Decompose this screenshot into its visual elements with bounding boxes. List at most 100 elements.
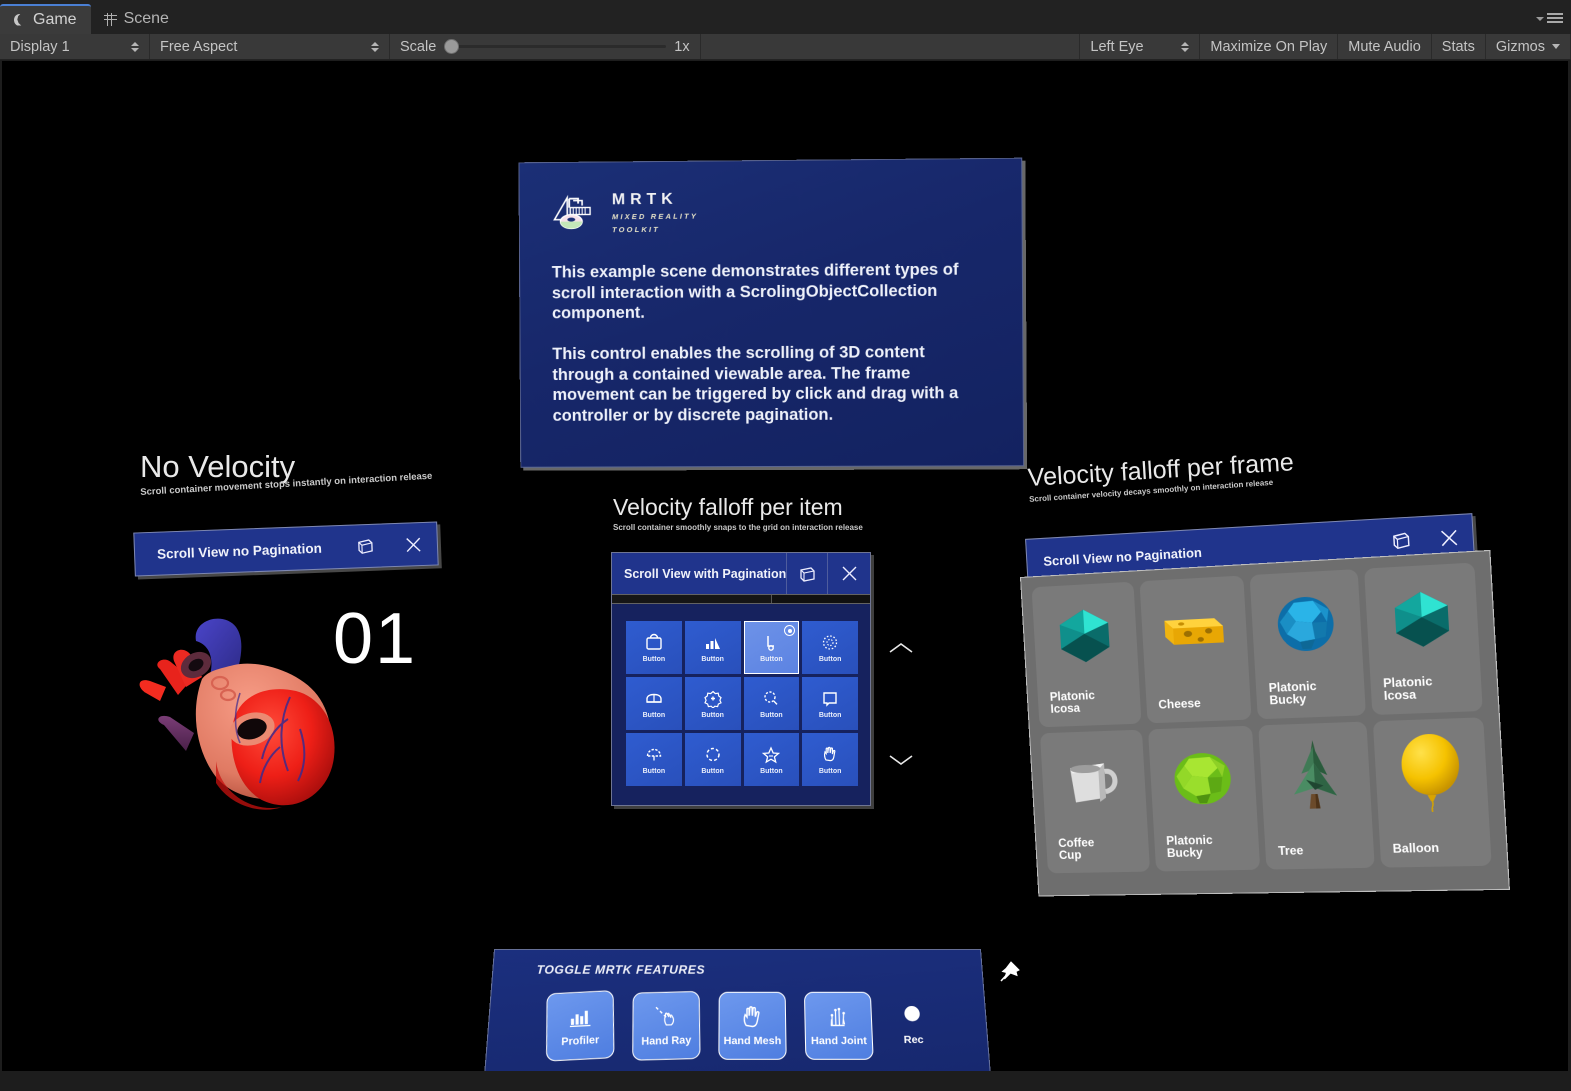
object-card[interactable]: Balloon <box>1372 717 1492 868</box>
grid-button-label: Button <box>701 767 724 775</box>
mrtk-logo: MRTK MIXED REALITY TOOLKIT <box>551 191 698 235</box>
gizmos-dropdown[interactable]: Gizmos <box>1486 34 1571 59</box>
window-menu-button[interactable] <box>1533 12 1563 26</box>
bag-icon <box>644 633 664 653</box>
grid-button-label: Button <box>818 711 842 719</box>
hand-mesh-icon <box>740 1004 765 1029</box>
record-dot-icon <box>904 1005 921 1022</box>
tab-scene[interactable]: Scene <box>91 4 183 34</box>
hand-ray-toggle-button[interactable]: Hand Ray <box>632 990 701 1061</box>
object-label: Coffee Cup <box>1057 836 1095 863</box>
scale-slider[interactable] <box>444 39 667 54</box>
grid-button[interactable]: Button <box>743 733 800 786</box>
chevron-up-icon <box>889 643 913 653</box>
object-card[interactable]: Platonic Icosa <box>1363 562 1483 716</box>
toggle-button-label: Profiler <box>561 1033 600 1048</box>
settings-gear-icon <box>703 689 723 709</box>
aspect-dropdown[interactable]: Free Aspect <box>150 34 390 59</box>
mute-audio-label: Mute Audio <box>1348 38 1421 55</box>
grid-button[interactable]: Button <box>743 677 800 730</box>
bed-icon <box>644 689 664 709</box>
maximize-on-play-toggle[interactable]: Maximize On Play <box>1200 34 1339 59</box>
pushpin-icon <box>1000 961 1020 982</box>
hand-mesh-toggle-button[interactable]: Hand Mesh <box>718 991 787 1060</box>
teal-icosahedron-icon <box>1032 596 1137 673</box>
follow-me-button[interactable] <box>786 553 829 594</box>
tab-scene-label: Scene <box>123 10 169 27</box>
object-card[interactable]: Coffee Cup <box>1039 729 1150 874</box>
scroll-thumb[interactable] <box>612 595 772 603</box>
object-label: Balloon <box>1392 842 1440 857</box>
yellow-balloon-icon <box>1373 732 1488 811</box>
mrtk-feature-toggle-panel[interactable]: TOGGLE MRTK FEATURES Profiler Hand Ray H… <box>481 949 994 1071</box>
tab-game[interactable]: Game <box>0 4 91 34</box>
grid-button[interactable]: Button <box>684 677 741 730</box>
scrollview-title: Scroll View no Pagination <box>156 540 323 562</box>
grid-button[interactable]: Button <box>684 733 741 786</box>
object-label: Cheese <box>1158 698 1202 713</box>
mrtk-paragraph-2: This control enables the scrolling of 3D… <box>552 343 959 425</box>
toolbar-spacer <box>701 34 1081 59</box>
page-up-button[interactable] <box>886 639 916 657</box>
scrollview-header[interactable]: Scroll View with Pagination <box>612 553 870 594</box>
scale-value: 1x <box>674 38 690 55</box>
scale-slider-group[interactable]: Scale 1x <box>390 34 701 59</box>
scale-slider-handle[interactable] <box>444 39 460 54</box>
refresh-dotted-icon <box>703 745 723 765</box>
scroll-button-grid[interactable]: Button Button Button Button Button Butto… <box>626 621 858 786</box>
section-no-velocity-header: No Velocity Scroll container movement st… <box>140 449 433 498</box>
object-card[interactable]: Platonic Bucky <box>1249 569 1366 720</box>
close-button[interactable] <box>828 553 870 594</box>
hand-joint-toggle-button[interactable]: Hand Joint <box>803 991 874 1060</box>
mrtk-subline-2: TOOLKIT <box>612 224 660 235</box>
hamburger-menu-icon <box>1547 13 1563 25</box>
grid-button[interactable]: Button <box>626 733 682 786</box>
object-card[interactable]: Tree <box>1258 721 1375 870</box>
game-view-render[interactable]: MRTK MIXED REALITY TOOLKIT This example … <box>2 61 1568 1071</box>
eye-dropdown-label: Left Eye <box>1090 38 1144 55</box>
scroll-counter: 01 <box>333 599 418 679</box>
object-scrollview-body[interactable]: Platonic Icosa Cheese Platonic Bucky Pla… <box>1020 549 1510 897</box>
grid-button[interactable]: Button <box>626 677 682 730</box>
toggle-button-label: Hand Ray <box>641 1033 692 1048</box>
object-label: Platonic Bucky <box>1165 834 1213 861</box>
close-button[interactable] <box>388 522 438 566</box>
grid-button-label: Button <box>701 655 724 663</box>
scroll-clip-bar[interactable] <box>612 594 870 604</box>
white-coffee-mug-icon <box>1041 744 1147 819</box>
object-card[interactable]: Cheese <box>1138 575 1252 724</box>
display-dropdown[interactable]: Display 1 <box>0 34 150 59</box>
object-card[interactable]: Platonic Icosa <box>1031 581 1142 728</box>
follow-me-icon <box>800 566 815 582</box>
scrollview-with-pagination[interactable]: Scroll View with Pagination Button Butto… <box>611 552 871 806</box>
follow-me-button[interactable] <box>340 524 390 568</box>
mute-audio-toggle[interactable]: Mute Audio <box>1338 34 1432 59</box>
profiler-toggle-button[interactable]: Profiler <box>546 990 615 1062</box>
blue-bucky-ball-icon <box>1250 584 1362 664</box>
teal-icosahedron-icon <box>1364 577 1479 658</box>
record-indicator[interactable]: Rec <box>901 992 924 1046</box>
object-card[interactable]: Platonic Bucky <box>1147 725 1261 872</box>
grid-button[interactable]: Button <box>802 677 858 730</box>
mrtk-info-slate[interactable]: MRTK MIXED REALITY TOOLKIT This example … <box>518 157 1025 468</box>
display-dropdown-label: Display 1 <box>10 38 70 55</box>
grid-button-selected[interactable]: Button <box>743 621 800 674</box>
scrollview-header-no-velocity[interactable]: Scroll View no Pagination <box>133 521 439 577</box>
object-grid[interactable]: Platonic Icosa Cheese Platonic Bucky Pla… <box>1031 562 1492 874</box>
chart-bars-icon <box>703 633 723 653</box>
grid-button[interactable]: Button <box>626 621 682 674</box>
eye-dropdown[interactable]: Left Eye <box>1080 34 1201 59</box>
editor-tabbar: Game Scene <box>0 0 1571 34</box>
page-down-button[interactable] <box>886 751 916 769</box>
mrtk-logo-text: MRTK MIXED REALITY TOOLKIT <box>612 191 698 235</box>
mrtk-description: This example scene demonstrates differen… <box>552 260 973 427</box>
grid-button[interactable]: Button <box>802 733 858 786</box>
follow-me-icon <box>1393 532 1410 550</box>
grid-button[interactable]: Button <box>802 621 858 674</box>
stats-toggle[interactable]: Stats <box>1432 34 1486 59</box>
grid-button[interactable]: Button <box>684 621 741 674</box>
toggle-panel-title: TOGGLE MRTK FEATURES <box>536 962 706 977</box>
cursor-pointer-icon <box>784 625 796 636</box>
umbrella-icon <box>644 745 664 765</box>
pin-drop-icon <box>761 633 781 653</box>
